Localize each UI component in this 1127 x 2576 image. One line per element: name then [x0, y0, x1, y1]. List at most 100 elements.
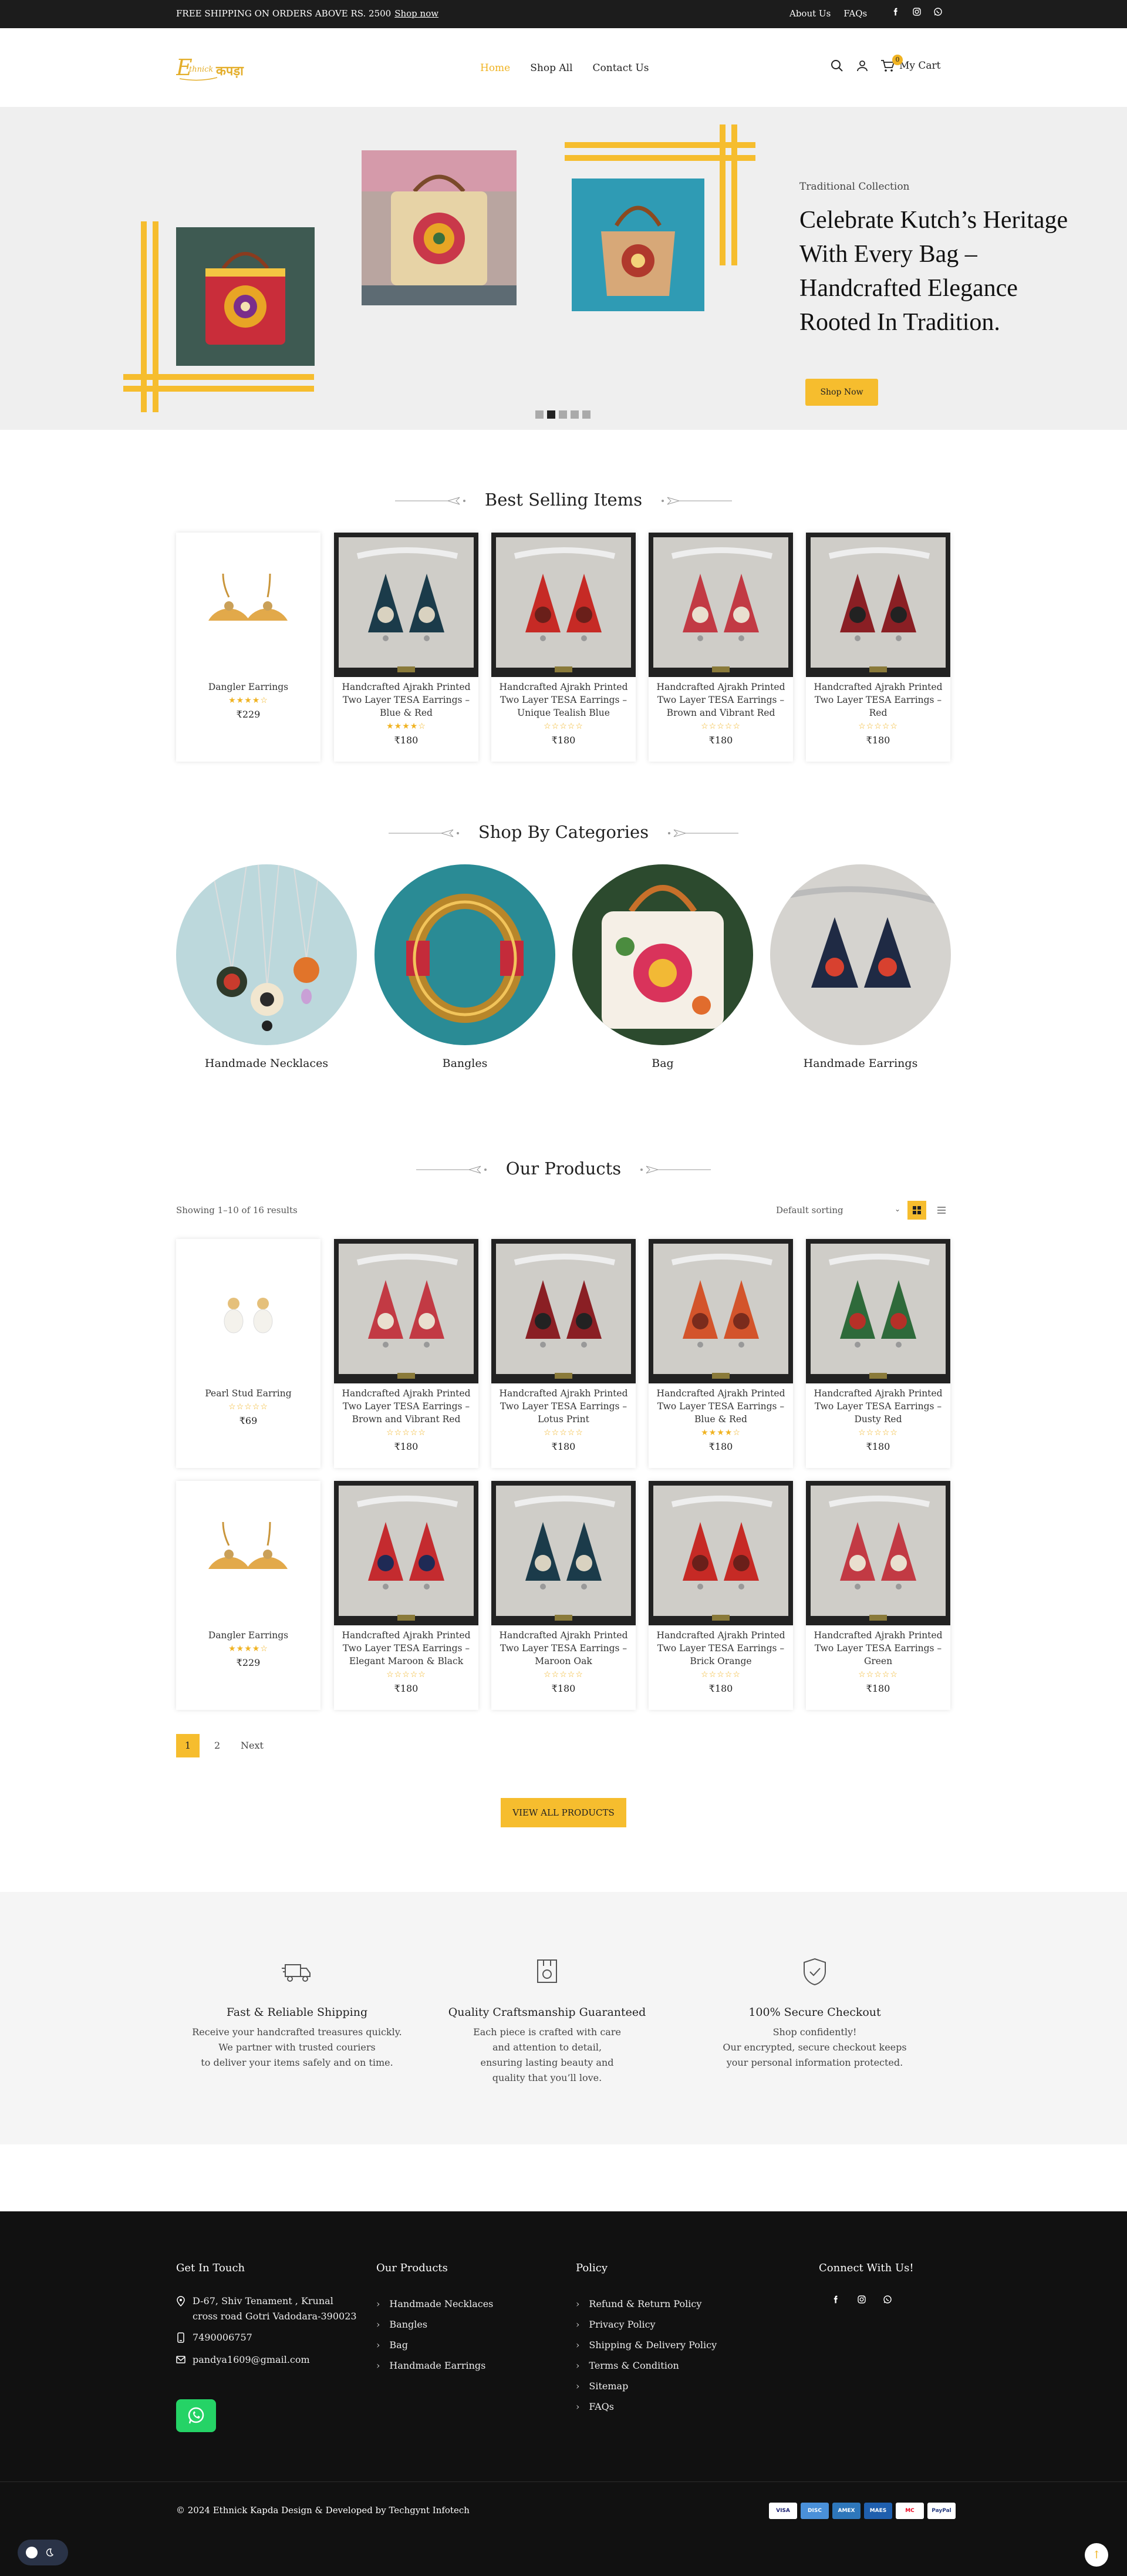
about-us-link[interactable]: About Us	[789, 8, 831, 19]
footer-link[interactable]: Terms & Condition	[576, 2355, 717, 2376]
faqs-link[interactable]: FAQs	[843, 8, 867, 19]
pagination-page-2[interactable]: 2	[214, 1740, 220, 1751]
product-card[interactable]: Handcrafted Ajrakh Printed Two Layer TES…	[806, 1239, 950, 1468]
product-card[interactable]: Handcrafted Ajrakh Printed Two Layer TES…	[334, 533, 478, 762]
cart-button[interactable]: 0 My Cart	[880, 55, 941, 72]
product-card[interactable]: Handcrafted Ajrakh Printed Two Layer TES…	[334, 1481, 478, 1710]
product-name[interactable]: Dangler Earrings	[182, 681, 315, 693]
product-image[interactable]	[649, 1239, 793, 1383]
footer-link[interactable]: Bag	[376, 2335, 493, 2355]
product-card[interactable]: Handcrafted Ajrakh Printed Two Layer TES…	[334, 1239, 478, 1468]
footer-link[interactable]: Shipping & Delivery Policy	[576, 2335, 717, 2355]
product-image[interactable]	[649, 1481, 793, 1625]
products-heading: Our Products	[0, 1159, 1127, 1178]
nav-shop-all[interactable]: Shop All	[530, 62, 572, 74]
product-image[interactable]	[806, 533, 950, 677]
footer-link[interactable]: Handmade Necklaces	[376, 2294, 493, 2314]
product-name[interactable]: Handcrafted Ajrakh Printed Two Layer TES…	[497, 681, 630, 719]
slider-dots	[535, 410, 591, 419]
product-name[interactable]: Dangler Earrings	[182, 1629, 315, 1642]
product-image[interactable]	[806, 1481, 950, 1625]
nav-home[interactable]: Home	[480, 62, 510, 74]
slide-dot[interactable]	[559, 410, 567, 419]
shop-now-button[interactable]: Shop Now	[805, 379, 878, 406]
theme-toggle[interactable]	[18, 2540, 68, 2565]
product-image[interactable]	[334, 533, 478, 677]
product-card[interactable]: Dangler Earrings ★★★★☆ ₹229	[176, 533, 320, 762]
product-image[interactable]	[334, 1239, 478, 1383]
product-image[interactable]	[491, 1239, 636, 1383]
footer-link[interactable]: Bangles	[376, 2314, 493, 2335]
footer-link[interactable]: Refund & Return Policy	[576, 2294, 717, 2314]
product-name[interactable]: Handcrafted Ajrakh Printed Two Layer TES…	[497, 1629, 630, 1668]
category-necklaces[interactable]: Handmade Necklaces	[176, 864, 357, 1070]
product-name[interactable]: Handcrafted Ajrakh Printed Two Layer TES…	[654, 1387, 787, 1426]
product-name[interactable]: Handcrafted Ajrakh Printed Two Layer TES…	[340, 681, 473, 719]
slide-dot[interactable]	[571, 410, 579, 419]
list-view-button[interactable]	[932, 1201, 951, 1220]
facebook-icon[interactable]	[831, 2295, 841, 2304]
sort-select[interactable]: Default sorting ⌄	[776, 1205, 900, 1215]
facebook-icon[interactable]	[891, 7, 900, 16]
product-price: ₹180	[708, 1683, 733, 1694]
view-all-products-button[interactable]: VIEW ALL PRODUCTS	[501, 1798, 626, 1827]
pagination-current[interactable]: 1	[176, 1734, 200, 1757]
product-card[interactable]: Handcrafted Ajrakh Printed Two Layer TES…	[806, 1481, 950, 1710]
product-name[interactable]: Handcrafted Ajrakh Printed Two Layer TES…	[340, 1387, 473, 1426]
product-name[interactable]: Handcrafted Ajrakh Printed Two Layer TES…	[812, 1387, 944, 1426]
grid-view-button[interactable]	[907, 1201, 926, 1220]
slide-dot[interactable]	[582, 410, 591, 419]
product-card[interactable]: Handcrafted Ajrakh Printed Two Layer TES…	[649, 1239, 793, 1468]
whatsapp-button[interactable]	[176, 2399, 216, 2432]
product-card[interactable]: Handcrafted Ajrakh Printed Two Layer TES…	[491, 1481, 636, 1710]
category-earrings[interactable]: Handmade Earrings	[770, 864, 951, 1070]
product-image[interactable]	[491, 533, 636, 677]
category-bag[interactable]: Bag	[572, 864, 753, 1070]
category-bangles[interactable]: Bangles	[374, 864, 555, 1070]
instagram-icon[interactable]	[857, 2295, 866, 2304]
product-name[interactable]: Handcrafted Ajrakh Printed Two Layer TES…	[654, 681, 787, 719]
footer-link[interactable]: Handmade Earrings	[376, 2355, 493, 2376]
slide-dot[interactable]	[535, 410, 544, 419]
brand-logo[interactable]: E thnick कपड़ा	[176, 52, 252, 85]
user-icon[interactable]	[856, 59, 869, 72]
product-image[interactable]	[176, 1239, 320, 1383]
search-icon[interactable]	[830, 59, 844, 73]
product-name[interactable]: Handcrafted Ajrakh Printed Two Layer TES…	[812, 681, 944, 719]
instagram-icon[interactable]	[912, 7, 922, 16]
whatsapp-icon[interactable]	[933, 7, 943, 16]
product-card[interactable]: Handcrafted Ajrakh Printed Two Layer TES…	[491, 1239, 636, 1468]
footer-link[interactable]: Sitemap	[576, 2376, 717, 2396]
footer-link[interactable]: FAQs	[576, 2396, 717, 2417]
product-card[interactable]: Dangler Earrings ★★★★☆ ₹229	[176, 1481, 320, 1710]
back-to-top-button[interactable]: ↑	[1085, 2543, 1108, 2567]
product-name[interactable]: Handcrafted Ajrakh Printed Two Layer TES…	[812, 1629, 944, 1668]
product-image[interactable]	[176, 1481, 320, 1625]
shop-now-link[interactable]: Shop now	[394, 8, 438, 19]
product-image[interactable]	[176, 533, 320, 677]
product-image[interactable]	[806, 1239, 950, 1383]
rating-stars: ☆☆☆☆☆	[858, 722, 898, 731]
footer-email[interactable]: pandya1609@gmail.com	[176, 2352, 310, 2368]
product-card[interactable]: Pearl Stud Earring ☆☆☆☆☆ ₹69	[176, 1239, 320, 1468]
promo-text: FREE SHIPPING ON ORDERS ABOVE RS. 2500	[176, 8, 392, 19]
pagination-next[interactable]: Next	[241, 1740, 264, 1751]
product-name[interactable]: Handcrafted Ajrakh Printed Two Layer TES…	[497, 1387, 630, 1426]
footer-phone[interactable]: 7490006757	[176, 2330, 252, 2345]
product-name[interactable]: Handcrafted Ajrakh Printed Two Layer TES…	[340, 1629, 473, 1668]
product-card[interactable]: Handcrafted Ajrakh Printed Two Layer TES…	[649, 533, 793, 762]
product-name[interactable]: Pearl Stud Earring	[182, 1387, 315, 1400]
product-card[interactable]: Handcrafted Ajrakh Printed Two Layer TES…	[806, 533, 950, 762]
product-card[interactable]: Handcrafted Ajrakh Printed Two Layer TES…	[491, 533, 636, 762]
nav-contact-us[interactable]: Contact Us	[593, 62, 649, 74]
footer-link[interactable]: Privacy Policy	[576, 2314, 717, 2335]
product-image[interactable]	[491, 1481, 636, 1625]
delivery-truck-icon	[282, 1964, 311, 1982]
product-name[interactable]: Handcrafted Ajrakh Printed Two Layer TES…	[654, 1629, 787, 1668]
feature-line: Each piece is crafted with care	[473, 2026, 621, 2038]
whatsapp-icon[interactable]	[883, 2295, 892, 2304]
product-image[interactable]	[649, 533, 793, 677]
slide-dot-active[interactable]	[547, 410, 555, 419]
product-image[interactable]	[334, 1481, 478, 1625]
product-card[interactable]: Handcrafted Ajrakh Printed Two Layer TES…	[649, 1481, 793, 1710]
